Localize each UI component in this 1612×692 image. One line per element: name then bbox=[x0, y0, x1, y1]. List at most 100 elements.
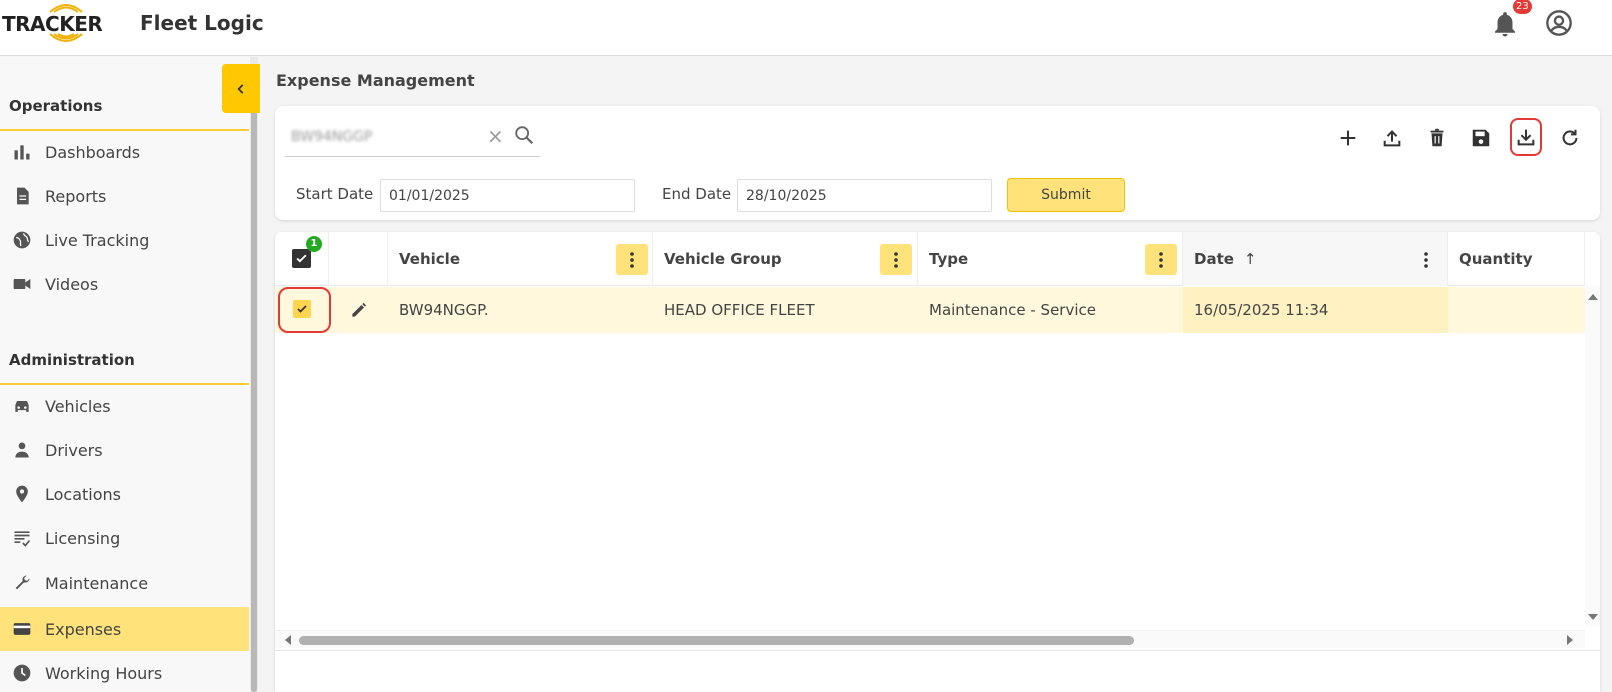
delete-icon bbox=[1430, 128, 1444, 147]
search-field[interactable]: × bbox=[285, 117, 540, 157]
row-select-checkbox[interactable] bbox=[293, 300, 311, 318]
sidebar-item-maintenance[interactable]: Maintenance bbox=[0, 561, 249, 605]
logo-mark: TRACKER bbox=[2, 0, 130, 50]
upload-button[interactable] bbox=[1378, 124, 1406, 152]
column-header-quantity[interactable]: Quantity bbox=[1448, 232, 1585, 286]
select-all-header: 1 bbox=[275, 232, 329, 286]
column-header-label: Vehicle Group bbox=[664, 250, 782, 268]
sidebar-item-working-hours[interactable]: Working Hours bbox=[0, 651, 249, 692]
end-date-label: End Date bbox=[662, 185, 732, 203]
person-icon bbox=[11, 439, 33, 461]
operations-section-title: Operations bbox=[9, 97, 103, 115]
cell-quantity bbox=[1459, 287, 1579, 333]
credit-card-icon bbox=[11, 618, 33, 640]
column-header-label: Type bbox=[929, 250, 969, 268]
sidebar-item-dashboards[interactable]: Dashboards bbox=[0, 130, 249, 174]
scroll-down-icon[interactable] bbox=[1587, 612, 1599, 622]
sidebar-item-licensing[interactable]: Licensing bbox=[0, 516, 249, 560]
cell-vehicle: BW94NGGP. bbox=[399, 301, 489, 319]
end-date-input[interactable] bbox=[737, 179, 992, 212]
top-bar: TRACKER Fleet Logic 23 bbox=[0, 0, 1612, 56]
chevron-left-icon bbox=[237, 83, 244, 94]
sidebar-item-label: Maintenance bbox=[45, 573, 149, 593]
sidebar-item-label: Expenses bbox=[45, 619, 122, 639]
column-header-label: Quantity bbox=[1459, 250, 1533, 268]
column-menu-icon[interactable] bbox=[880, 244, 912, 275]
add-button[interactable] bbox=[1334, 124, 1362, 152]
sidebar-item-reports[interactable]: Reports bbox=[0, 174, 249, 218]
page-title: Expense Management bbox=[276, 71, 475, 90]
column-header-label: Vehicle bbox=[399, 250, 460, 268]
scroll-right-icon[interactable] bbox=[1565, 634, 1575, 646]
sidebar-item-label: Working Hours bbox=[45, 663, 163, 683]
grid-vertical-scrollbar[interactable] bbox=[1585, 286, 1600, 626]
collapse-sidebar-button[interactable] bbox=[222, 64, 260, 113]
expense-grid: 1 Vehicle Vehicle Group Type Date ↑ Quan… bbox=[275, 232, 1600, 692]
sidebar-item-label: Dashboards bbox=[45, 142, 141, 162]
cell-type: Maintenance - Service bbox=[929, 301, 1096, 319]
edit-row-icon[interactable] bbox=[329, 287, 388, 333]
sidebar-item-label: Reports bbox=[45, 186, 107, 206]
app-name: Fleet Logic bbox=[140, 11, 264, 35]
edit-column-header bbox=[329, 232, 388, 286]
sidebar-item-live-tracking[interactable]: Live Tracking bbox=[0, 218, 249, 262]
grid-horizontal-scrollbar[interactable] bbox=[275, 630, 1585, 648]
sidebar-item-locations[interactable]: Locations bbox=[0, 472, 249, 516]
column-header-vehicle[interactable]: Vehicle bbox=[388, 232, 653, 286]
start-date-input[interactable] bbox=[380, 179, 635, 212]
column-menu-icon[interactable] bbox=[1145, 244, 1177, 275]
save-button[interactable] bbox=[1467, 124, 1495, 152]
grid-footer-divider bbox=[275, 650, 1600, 651]
upload-icon bbox=[1383, 130, 1401, 147]
video-camera-icon bbox=[11, 273, 33, 295]
column-header-vehicle-group[interactable]: Vehicle Group bbox=[653, 232, 918, 286]
start-date-label: Start Date bbox=[296, 185, 374, 203]
column-header-date[interactable]: Date ↑ bbox=[1183, 232, 1448, 286]
sidebar-item-label: Locations bbox=[45, 484, 122, 504]
document-icon bbox=[11, 185, 33, 207]
sidebar-item-label: Licensing bbox=[45, 528, 121, 548]
notification-badge: 23 bbox=[1513, 0, 1532, 14]
column-menu-icon[interactable] bbox=[1410, 244, 1442, 275]
user-account-icon[interactable] bbox=[1545, 9, 1573, 37]
submit-button[interactable]: Submit bbox=[1007, 178, 1125, 212]
grid-header: 1 Vehicle Vehicle Group Type Date ↑ Quan… bbox=[275, 232, 1585, 286]
refresh-icon bbox=[1562, 129, 1578, 146]
horizontal-scrollbar-thumb[interactable] bbox=[299, 636, 1134, 645]
download-button[interactable] bbox=[1510, 118, 1542, 156]
search-icon[interactable] bbox=[513, 124, 537, 148]
scroll-up-icon[interactable] bbox=[1587, 292, 1599, 302]
search-input[interactable] bbox=[291, 127, 481, 147]
sidebar-item-label: Videos bbox=[45, 274, 99, 294]
refresh-button[interactable] bbox=[1556, 124, 1584, 152]
download-icon bbox=[1517, 129, 1535, 146]
location-pin-icon bbox=[11, 483, 33, 505]
tracker-logo[interactable]: TRACKER Fleet Logic bbox=[2, 0, 264, 50]
save-icon bbox=[1472, 129, 1490, 147]
column-header-label: Date bbox=[1194, 250, 1234, 268]
clock-icon bbox=[11, 662, 33, 684]
check-icon bbox=[296, 254, 307, 263]
sidebar-scrollbar-thumb[interactable] bbox=[251, 66, 257, 692]
sidebar-item-drivers[interactable]: Drivers bbox=[0, 428, 249, 472]
sidebar-item-label: Drivers bbox=[45, 440, 103, 460]
sidebar-item-expenses[interactable]: Expenses bbox=[0, 607, 249, 651]
sidebar-item-vehicles[interactable]: Vehicles bbox=[0, 384, 249, 428]
scroll-left-icon[interactable] bbox=[283, 634, 293, 646]
column-header-type[interactable]: Type bbox=[918, 232, 1183, 286]
logo-word: TRACKER bbox=[2, 12, 103, 36]
selected-count-badge: 1 bbox=[306, 236, 322, 252]
select-all-checkbox[interactable] bbox=[292, 249, 311, 268]
clear-search-icon[interactable]: × bbox=[487, 124, 504, 148]
check-icon bbox=[297, 305, 307, 313]
sidebar-item-label: Live Tracking bbox=[45, 230, 150, 250]
sort-ascending-icon: ↑ bbox=[1243, 250, 1257, 268]
table-row[interactable]: BW94NGGP. HEAD OFFICE FLEET Maintenance … bbox=[275, 287, 1585, 333]
globe-icon bbox=[11, 229, 33, 251]
car-icon bbox=[11, 395, 33, 417]
column-menu-icon[interactable] bbox=[616, 244, 648, 275]
checklist-icon bbox=[11, 527, 33, 549]
add-icon bbox=[1340, 130, 1356, 146]
delete-button[interactable] bbox=[1423, 124, 1451, 152]
sidebar-item-videos[interactable]: Videos bbox=[0, 262, 249, 306]
